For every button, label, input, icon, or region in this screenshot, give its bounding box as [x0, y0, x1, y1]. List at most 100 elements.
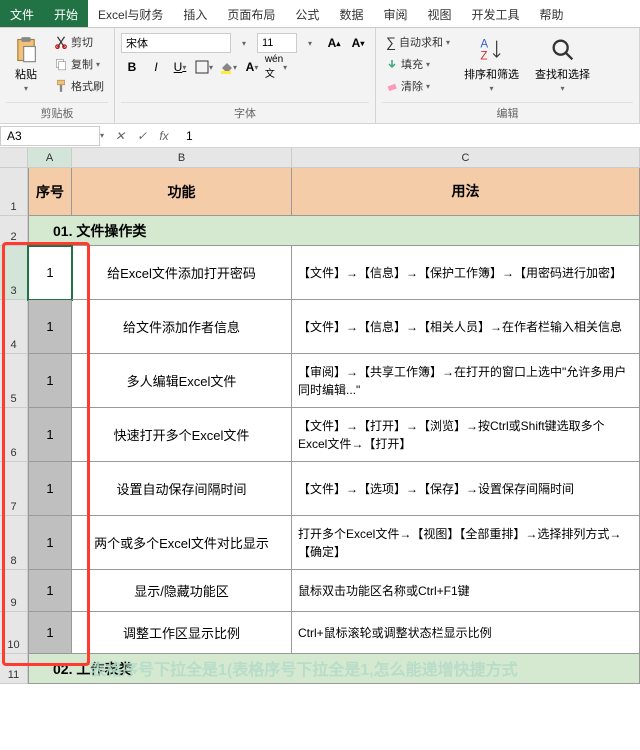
- fx-button[interactable]: fx: [154, 126, 174, 146]
- tab-excel-finance[interactable]: Excel与财务: [88, 0, 173, 27]
- cell-a10[interactable]: 1: [28, 612, 72, 654]
- paste-icon: [12, 36, 40, 64]
- tab-page-layout[interactable]: 页面布局: [217, 0, 285, 27]
- sort-filter-button[interactable]: AZ 排序和筛选▾: [458, 32, 525, 97]
- font-color-button[interactable]: A▾: [241, 56, 263, 78]
- cell-a8[interactable]: 1: [28, 516, 72, 570]
- bucket-icon: [219, 60, 233, 74]
- cell-b6[interactable]: 快速打开多个Excel文件: [72, 408, 292, 462]
- paste-button[interactable]: 粘贴▾: [6, 32, 46, 97]
- font-size-dropdown[interactable]: ▾: [299, 32, 321, 54]
- cut-button[interactable]: 剪切: [50, 32, 108, 52]
- row-header-5[interactable]: 5: [0, 354, 28, 408]
- row-header-7[interactable]: 7: [0, 462, 28, 516]
- select-all-corner[interactable]: [0, 148, 28, 167]
- cell-a5[interactable]: 1: [28, 354, 72, 408]
- cell-a6[interactable]: 1: [28, 408, 72, 462]
- bold-button[interactable]: B: [121, 56, 143, 78]
- row-header-11[interactable]: 11: [0, 654, 28, 684]
- borders-button[interactable]: ▾: [193, 56, 215, 78]
- cells-area[interactable]: 序号 功能 用法 01. 文件操作类 1 给Excel文件添加打开密码 【文件】…: [28, 168, 640, 684]
- eraser-icon: [386, 80, 398, 92]
- cancel-formula-button[interactable]: ✕: [110, 126, 130, 146]
- group-editing: ∑自动求和▾ 填充▾ 清除▾ AZ 排序和筛选▾ 查找和选择▾ 编辑: [376, 28, 640, 123]
- format-painter-button[interactable]: 格式刷: [50, 76, 108, 96]
- cell-a3[interactable]: 1: [28, 246, 72, 300]
- phonetic-button[interactable]: wén文▾: [265, 56, 287, 78]
- cell-c9[interactable]: 鼠标双击功能区名称或Ctrl+F1键: [292, 570, 640, 612]
- tab-help[interactable]: 帮助: [530, 0, 574, 27]
- fill-color-button[interactable]: ▾: [217, 56, 239, 78]
- row-header-3[interactable]: 3: [0, 246, 28, 300]
- cell-b3[interactable]: 给Excel文件添加打开密码: [72, 246, 292, 300]
- cell-c8[interactable]: 打开多个Excel文件→【视图】【全部重排】→选择排列方式→【确定】: [292, 516, 640, 570]
- name-box[interactable]: [0, 126, 100, 146]
- fill-down-icon: [386, 58, 398, 70]
- cell-b4[interactable]: 给文件添加作者信息: [72, 300, 292, 354]
- tab-data[interactable]: 数据: [329, 0, 373, 27]
- cell-b7[interactable]: 设置自动保存间隔时间: [72, 462, 292, 516]
- group-clipboard: 粘贴▾ 剪切 复制▾ 格式刷 剪贴板: [0, 28, 115, 123]
- tab-home[interactable]: 开始: [44, 0, 88, 27]
- formula-bar[interactable]: 1: [180, 127, 640, 145]
- row-header-4[interactable]: 4: [0, 300, 28, 354]
- cell-b8[interactable]: 两个或多个Excel文件对比显示: [72, 516, 292, 570]
- row-header-8[interactable]: 8: [0, 516, 28, 570]
- cell-c1[interactable]: 用法: [292, 168, 640, 216]
- row-header-10[interactable]: 10: [0, 612, 28, 654]
- font-name-dropdown[interactable]: ▾: [233, 32, 255, 54]
- cell-a4[interactable]: 1: [28, 300, 72, 354]
- row-header-2[interactable]: 2: [0, 216, 28, 246]
- cell-a7[interactable]: 1: [28, 462, 72, 516]
- cell-c7[interactable]: 【文件】→【选项】→【保存】→设置保存间隔时间: [292, 462, 640, 516]
- accept-formula-button[interactable]: ✓: [132, 126, 152, 146]
- col-header-c[interactable]: C: [292, 148, 640, 167]
- editing-label: 编辑: [382, 102, 633, 123]
- font-name-input[interactable]: [121, 33, 231, 53]
- copy-button[interactable]: 复制▾: [50, 54, 108, 74]
- autosum-button[interactable]: ∑自动求和▾: [382, 32, 454, 52]
- row-header-6[interactable]: 6: [0, 408, 28, 462]
- section-1[interactable]: 01. 文件操作类: [28, 216, 640, 246]
- menu-bar: 文件 开始 Excel与财务 插入 页面布局 公式 数据 审阅 视图 开发工具 …: [0, 0, 640, 28]
- namebox-dropdown[interactable]: ▾: [100, 131, 104, 140]
- col-header-a[interactable]: A: [28, 148, 72, 167]
- cell-a1[interactable]: 序号: [28, 168, 72, 216]
- sort-icon: AZ: [478, 36, 506, 64]
- font-size-input[interactable]: [257, 33, 297, 53]
- decrease-font-button[interactable]: A▾: [347, 32, 369, 54]
- tab-review[interactable]: 审阅: [373, 0, 417, 27]
- worksheet: A B C 1 2 3 4 5 6 7 8 9 10 11 序号 功能 用法 0…: [0, 148, 640, 684]
- tab-file[interactable]: 文件: [0, 0, 44, 27]
- tab-view[interactable]: 视图: [417, 0, 461, 27]
- watermark-text: 表格序号下拉全是1(表格序号下拉全是1,怎么能递增快捷方式: [90, 656, 518, 680]
- cut-icon: [54, 35, 68, 49]
- increase-font-button[interactable]: A▴: [323, 32, 345, 54]
- cell-c6[interactable]: 【文件】→【打开】→【浏览】→按Ctrl或Shift键选取多个Excel文件→【…: [292, 408, 640, 462]
- cell-a9[interactable]: 1: [28, 570, 72, 612]
- italic-button[interactable]: I: [145, 56, 167, 78]
- row-header-1[interactable]: 1: [0, 168, 28, 216]
- cell-c4[interactable]: 【文件】→【信息】→【相关人员】→在作者栏输入相关信息: [292, 300, 640, 354]
- col-header-b[interactable]: B: [72, 148, 292, 167]
- cell-c5[interactable]: 【审阅】→【共享工作簿】→在打开的窗口上选中"允许多用户同时编辑...": [292, 354, 640, 408]
- cell-b1[interactable]: 功能: [72, 168, 292, 216]
- formula-bar-row: ▾ ✕ ✓ fx 1: [0, 124, 640, 148]
- cell-c10[interactable]: Ctrl+鼠标滚轮或调整状态栏显示比例: [292, 612, 640, 654]
- find-select-button[interactable]: 查找和选择▾: [529, 32, 596, 97]
- clear-button[interactable]: 清除▾: [382, 76, 454, 96]
- tab-developer[interactable]: 开发工具: [461, 0, 529, 27]
- ribbon: 粘贴▾ 剪切 复制▾ 格式刷 剪贴板 ▾ ▾ A▴ A▾ B I U▾: [0, 28, 640, 124]
- tab-formulas[interactable]: 公式: [285, 0, 329, 27]
- tab-insert[interactable]: 插入: [173, 0, 217, 27]
- cell-b10[interactable]: 调整工作区显示比例: [72, 612, 292, 654]
- group-font: ▾ ▾ A▴ A▾ B I U▾ ▾ ▾ A▾ wén文▾ 字体: [115, 28, 376, 123]
- row-header-9[interactable]: 9: [0, 570, 28, 612]
- row-headers: 1 2 3 4 5 6 7 8 9 10 11: [0, 168, 28, 684]
- svg-text:Z: Z: [480, 49, 487, 62]
- underline-button[interactable]: U▾: [169, 56, 191, 78]
- cell-b9[interactable]: 显示/隐藏功能区: [72, 570, 292, 612]
- cell-c3[interactable]: 【文件】→【信息】→【保护工作簿】→【用密码进行加密】: [292, 246, 640, 300]
- fill-button[interactable]: 填充▾: [382, 54, 454, 74]
- cell-b5[interactable]: 多人编辑Excel文件: [72, 354, 292, 408]
